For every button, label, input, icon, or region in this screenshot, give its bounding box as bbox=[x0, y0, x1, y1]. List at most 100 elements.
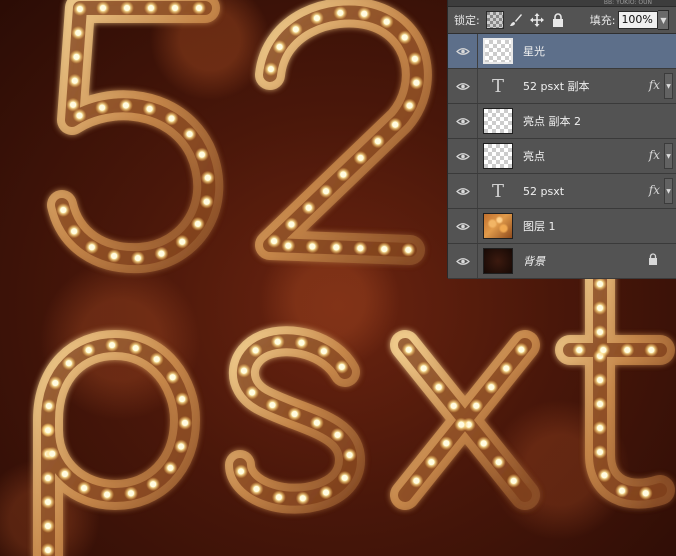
bulb bbox=[238, 468, 244, 475]
eye-icon[interactable] bbox=[448, 34, 478, 68]
bulb bbox=[267, 66, 274, 73]
layer-row[interactable]: T 52 psxt 副本 fx ▼ bbox=[448, 69, 676, 104]
bulb bbox=[648, 347, 655, 353]
bulb bbox=[405, 246, 412, 253]
bulb bbox=[576, 347, 583, 353]
brush-lock-icon[interactable] bbox=[507, 11, 525, 29]
bulb bbox=[249, 389, 256, 396]
bulb bbox=[104, 491, 111, 498]
bulb bbox=[597, 401, 603, 407]
bulb bbox=[288, 221, 295, 228]
bulb bbox=[299, 495, 306, 502]
bulb bbox=[168, 115, 175, 122]
bulb bbox=[597, 305, 603, 311]
bulb bbox=[203, 198, 210, 205]
bulb bbox=[179, 238, 186, 245]
bulb bbox=[146, 105, 153, 112]
bulb bbox=[150, 481, 157, 488]
bulb bbox=[158, 250, 165, 257]
bulb bbox=[204, 174, 211, 181]
bulb bbox=[49, 450, 56, 457]
bulb bbox=[60, 207, 67, 213]
fx-icon[interactable]: fx bbox=[649, 183, 660, 197]
layer-thumbnail bbox=[483, 38, 513, 64]
eye-icon[interactable] bbox=[448, 209, 478, 243]
layer-row[interactable]: 亮点 fx ▼ bbox=[448, 139, 676, 174]
bulb bbox=[340, 171, 347, 178]
layer-lock-icon bbox=[648, 253, 658, 268]
bulb bbox=[337, 9, 344, 16]
text-layer-icon: T bbox=[491, 75, 504, 97]
layer-thumbnail bbox=[483, 248, 513, 274]
bulb bbox=[111, 253, 118, 259]
bulb bbox=[70, 101, 77, 108]
expand-effects-icon[interactable]: ▼ bbox=[664, 143, 673, 169]
layer-list: 星光 T 52 psxt 副本 fx ▼ 亮点 副本 2 亮点 fx ▼ T 52 psxt fx ▼ 图… bbox=[448, 34, 676, 279]
bulb bbox=[642, 490, 649, 497]
eye-icon[interactable] bbox=[448, 174, 478, 208]
expand-effects-icon[interactable]: ▼ bbox=[664, 178, 673, 204]
move-lock-icon[interactable] bbox=[528, 11, 546, 29]
layer-name: 亮点 副本 2 bbox=[523, 115, 581, 128]
bulb bbox=[128, 490, 134, 497]
bulb bbox=[124, 5, 130, 11]
bulb bbox=[178, 443, 185, 450]
bulb bbox=[333, 244, 340, 251]
bulb bbox=[597, 377, 603, 383]
layer-thumbnail bbox=[483, 213, 513, 239]
layer-row[interactable]: 背景 bbox=[448, 244, 676, 279]
bulb bbox=[601, 472, 608, 479]
bulb bbox=[99, 104, 106, 111]
layers-panel: BB: YUKIO: OUN 锁定: 填充: 100% ▼ 星光 T 52 psxt… bbox=[447, 0, 676, 279]
bulb bbox=[597, 425, 603, 431]
bulb bbox=[597, 449, 603, 455]
bulb bbox=[71, 77, 78, 84]
bulb bbox=[275, 494, 282, 501]
eye-icon[interactable] bbox=[448, 244, 478, 278]
bulb bbox=[381, 246, 388, 253]
fill-dropdown-arrow-icon[interactable]: ▼ bbox=[658, 10, 670, 30]
bulb bbox=[196, 5, 202, 11]
bulb bbox=[597, 329, 603, 335]
layer-thumbnail bbox=[483, 108, 513, 134]
layer-row[interactable]: 亮点 副本 2 bbox=[448, 104, 676, 139]
bulb bbox=[406, 102, 413, 109]
bulb bbox=[76, 6, 83, 12]
bulb bbox=[320, 348, 327, 355]
layer-name: 52 psxt 副本 bbox=[523, 80, 590, 93]
bulb bbox=[383, 18, 390, 25]
bulb bbox=[411, 55, 418, 62]
bulb bbox=[132, 345, 139, 352]
bulb bbox=[413, 477, 420, 484]
bulb bbox=[76, 112, 83, 119]
expand-effects-icon[interactable]: ▼ bbox=[664, 73, 673, 99]
bulb bbox=[71, 228, 78, 235]
bulb bbox=[122, 102, 129, 109]
bulb bbox=[428, 459, 435, 466]
layer-row[interactable]: 图层 1 bbox=[448, 209, 676, 244]
bulb bbox=[100, 5, 106, 11]
bulb bbox=[357, 245, 364, 252]
glyph-t-tube bbox=[555, 263, 675, 509]
layer-row[interactable]: T 52 psxt fx ▼ bbox=[448, 174, 676, 209]
bulb bbox=[148, 5, 154, 11]
checkerboard-lock-icon[interactable] bbox=[485, 11, 504, 29]
fx-icon[interactable]: fx bbox=[649, 78, 660, 92]
bulb bbox=[73, 53, 80, 60]
bulb bbox=[313, 15, 320, 22]
bulb bbox=[269, 402, 276, 408]
eye-icon[interactable] bbox=[448, 139, 478, 173]
bulb bbox=[45, 475, 51, 481]
bulb bbox=[313, 419, 320, 426]
bulb bbox=[45, 427, 51, 434]
eye-icon[interactable] bbox=[448, 104, 478, 138]
bulb bbox=[503, 365, 510, 372]
eye-icon[interactable] bbox=[448, 69, 478, 103]
bulb bbox=[61, 471, 68, 477]
layer-row[interactable]: 星光 bbox=[448, 34, 676, 69]
bulb bbox=[85, 347, 92, 354]
fx-icon[interactable]: fx bbox=[649, 148, 660, 162]
bulb bbox=[346, 452, 353, 458]
padlock-icon[interactable] bbox=[549, 11, 567, 29]
fill-input[interactable]: 100% bbox=[618, 11, 659, 29]
